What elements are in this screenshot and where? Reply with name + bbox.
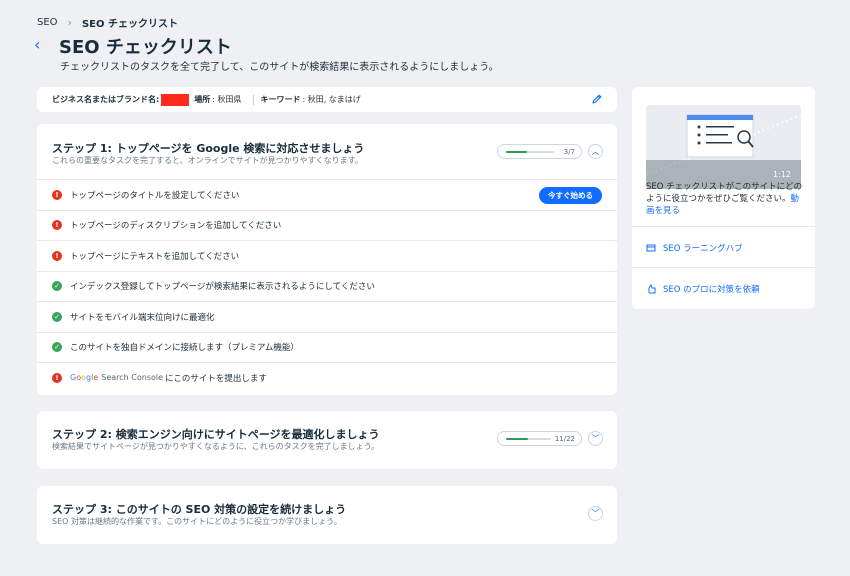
progress-track	[506, 150, 554, 153]
progress-count: 11/22	[554, 434, 575, 443]
error-icon: !	[52, 189, 62, 200]
step-3-subtitle: SEO 対策は継続的な作業です。このサイトにどのように役立つか学びましょう。	[52, 517, 342, 526]
progress-count: 3/7	[563, 147, 575, 156]
divider	[253, 94, 255, 105]
location-value: : 秋田県	[212, 95, 242, 104]
task-item[interactable]: ✓ サイトをモバイル端末位向けに最適化	[37, 301, 617, 332]
progress-fill	[506, 437, 529, 440]
step-1-card: ステップ 1: トップページを Google 検索に対応させましょう これらの重…	[37, 124, 617, 395]
step-2-subtitle: 検索結果でサイトページが見つかりやすくなるように、これらのタスクを完了しましょう…	[52, 442, 380, 451]
collapse-chevron-up-icon[interactable]: ︿	[588, 144, 603, 159]
step-1-title: ステップ 1: トップページを Google 検索に対応させましょう	[52, 142, 365, 155]
video-description: SEO チェックリストがこのサイトにどのように役立つかをぜひご覧ください。動画を…	[646, 182, 803, 216]
error-icon: !	[52, 250, 62, 261]
task-item[interactable]: ! Go o g l e Search Console にこのサイトを提出します	[37, 362, 617, 393]
divider	[632, 226, 815, 227]
task-item[interactable]: ! トップページにテキストを追加してください	[37, 240, 617, 271]
video-thumbnail[interactable]: 1:12	[646, 105, 801, 189]
keyword-label: キーワード	[260, 95, 301, 104]
hire-expert-link[interactable]: SEO のプロに対策を依頼	[646, 283, 760, 295]
task-label: にこのサイトを提出します	[165, 373, 267, 384]
step-3-card[interactable]: ステップ 3: このサイトの SEO 対策の設定を続けましょう SEO 対策は継…	[37, 486, 617, 544]
step-2-progress: 11/22	[497, 431, 582, 446]
task-label: サイトをモバイル端末位向けに最適化	[70, 312, 215, 323]
start-now-button[interactable]: 今すぐ始める	[539, 187, 602, 204]
keyword-value: : 秋田, なまはげ	[302, 95, 361, 104]
step-1-subtitle: これらの重要なタスクを完了すると、オンラインでサイトが見つかりやすくなります。	[52, 156, 363, 165]
task-item[interactable]: ! トップページのディスクリプションを追加してください	[37, 209, 617, 241]
error-icon: !	[52, 372, 62, 383]
seo-learning-hub-link[interactable]: SEO ラーニングハブ	[646, 242, 743, 254]
hire-expert-label: SEO のプロに対策を依頼	[663, 285, 760, 295]
progress-fill	[506, 150, 527, 153]
task-label: トップページにテキストを追加してください	[70, 251, 240, 262]
breadcrumb-root[interactable]: SEO	[37, 17, 58, 28]
task-list: ! トップページのタイトルを設定してください 今すぐ始める ! トップページのデ…	[37, 179, 617, 393]
book-icon	[646, 244, 656, 252]
error-icon: !	[52, 220, 62, 231]
page-title: SEO チェックリスト	[59, 37, 232, 58]
task-item[interactable]: ✓ インデックス登録してトップページが検索結果に表示されるようにしてください	[37, 270, 617, 302]
back-arrow-icon[interactable]: ‹	[34, 36, 48, 54]
step-2-title: ステップ 2: 検索エンジン向けにサイトページを最適化しましょう	[52, 428, 380, 441]
learning-hub-label: SEO ラーニングハブ	[663, 244, 743, 254]
task-label: インデックス登録してトップページが検索結果に表示されるようにしてください	[70, 282, 375, 293]
chevron-right-icon: ›	[67, 16, 72, 29]
step-3-title: ステップ 3: このサイトの SEO 対策の設定を続けましょう	[52, 503, 347, 516]
step-1-progress: 3/7	[497, 144, 582, 159]
business-info-bar: ビジネス名またはブランド名: 場所 : 秋田県 キーワード : 秋田, なまはげ	[37, 87, 617, 112]
location-label: 場所	[194, 95, 211, 104]
redacted-business-name	[161, 93, 190, 106]
divider	[632, 267, 815, 268]
video-duration: 1:12	[773, 170, 791, 179]
check-icon: ✓	[52, 311, 62, 322]
help-sidebar: 1:12 SEO チェックリストがこのサイトにどのように役立つかをぜひご覧くださ…	[632, 87, 815, 309]
google-search-console-logo: Go o g l e Search Console	[70, 373, 164, 383]
task-label: トップページのタイトルを設定してください	[70, 190, 240, 201]
breadcrumb-current: SEO チェックリスト	[81, 19, 178, 30]
progress-track	[506, 437, 551, 440]
task-item[interactable]: ✓ このサイトを独自ドメインに接続します（プレミアム機能）	[37, 331, 617, 363]
check-icon: ✓	[52, 281, 62, 292]
page-subtitle: チェックリストのタスクを全て完了して、このサイトが検索結果に表示されるようにしま…	[60, 62, 499, 73]
breadcrumb: SEO › SEO チェックリスト	[37, 15, 178, 30]
hand-icon	[648, 284, 656, 294]
task-label: このサイトを独自ドメインに接続します（プレミアム機能）	[70, 343, 299, 354]
expand-chevron-down-icon[interactable]: ﹀	[588, 431, 603, 446]
check-icon: ✓	[52, 342, 62, 353]
expand-chevron-down-icon[interactable]: ﹀	[588, 506, 603, 521]
step-2-card[interactable]: ステップ 2: 検索エンジン向けにサイトページを最適化しましょう 検索結果でサイ…	[37, 411, 617, 469]
task-item[interactable]: ! トップページのタイトルを設定してください 今すぐ始める	[37, 179, 617, 210]
business-name-label: ビジネス名またはブランド名:	[52, 95, 160, 104]
pencil-icon[interactable]	[591, 93, 603, 105]
task-label: トップページのディスクリプションを追加してください	[70, 221, 282, 232]
